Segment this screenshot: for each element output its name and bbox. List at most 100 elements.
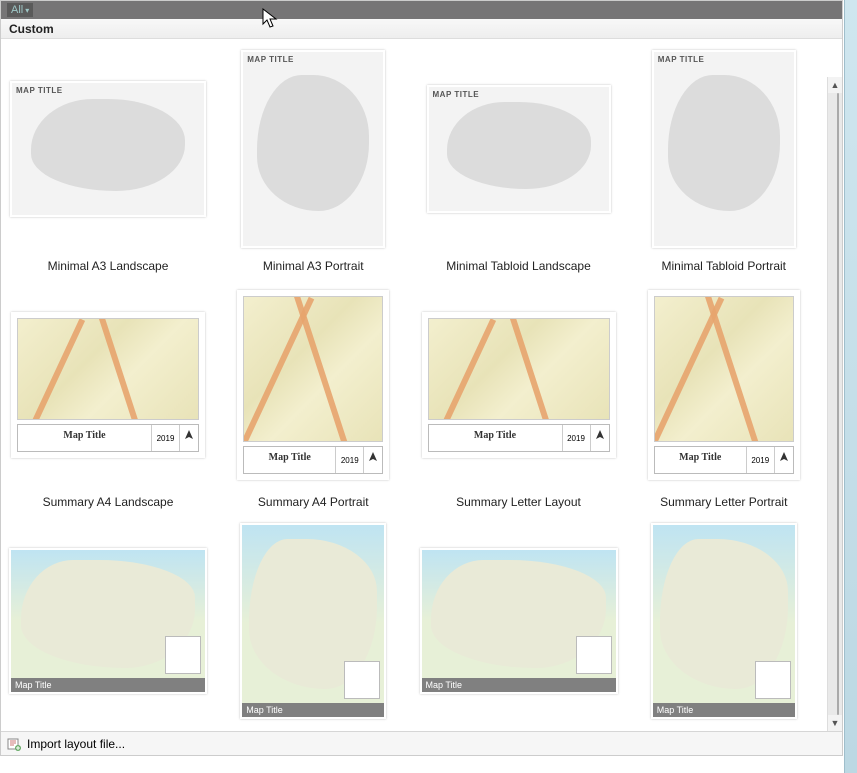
layout-template-item[interactable]: Map Title2019 Summary A4 Portrait [215, 281, 412, 509]
north-arrow-icon [364, 447, 382, 473]
thumbnail-wrap: Map Title [626, 517, 823, 725]
summary-year: 2019 [747, 447, 775, 473]
layout-template-item[interactable]: MAP TITLE Minimal Tabloid Landscape [420, 45, 618, 273]
map-landmass [257, 75, 369, 211]
footer-bar: Import layout file... [1, 731, 842, 755]
map-legend [165, 636, 201, 674]
north-arrow-icon [591, 425, 609, 451]
gallery-grid: MAP TITLE Minimal A3 Landscape MAP TITLE Mi… [9, 45, 822, 731]
title-bar: Map Title [242, 703, 384, 717]
layout-template-item[interactable]: Map Title2019 Summary Letter Layout [420, 281, 618, 509]
section-title: Custom [9, 22, 54, 36]
thumbnail-wrap: MAP TITLE [9, 45, 207, 253]
layout-template-label: Minimal Tabloid Landscape [446, 259, 591, 273]
map-landmass [31, 99, 185, 191]
chevron-down-icon: ▾ [25, 6, 29, 15]
layout-template-label: Summary Letter Portrait [660, 495, 787, 509]
layout-template-item[interactable]: Map Title2019 Summary A4 Landscape [9, 281, 207, 509]
thumbnail-preview: Map Title [651, 523, 797, 719]
section-header: Custom [1, 19, 842, 39]
thumbnail-title-tag: MAP TITLE [658, 55, 705, 64]
scroll-up-arrow-icon[interactable]: ▲ [828, 77, 842, 93]
thumbnail-wrap: Map Title2019 [626, 281, 823, 489]
thumbnail-preview: Map Title [240, 523, 386, 719]
filter-dropdown-label: All [11, 4, 23, 16]
thumbnail-preview: MAP TITLE [427, 85, 611, 213]
thumbnail-title-tag: MAP TITLE [247, 55, 294, 64]
thumbnail-preview: Map Title [9, 548, 207, 694]
title-bar: Map Title [653, 703, 795, 717]
layout-template-label: Summary Letter Layout [456, 495, 581, 509]
map-area [654, 296, 794, 442]
thumbnail-preview: MAP TITLE [10, 81, 206, 217]
summary-info-block: Map Title2019 [654, 446, 794, 474]
import-layout-icon[interactable] [7, 737, 21, 751]
layout-gallery-panel: All ▾ Custom MAP TITLE Minimal A3 Landsca… [0, 0, 843, 756]
vertical-scrollbar[interactable]: ▲ ▼ [827, 77, 842, 731]
north-arrow-icon [180, 425, 198, 451]
title-bar: Map Title [422, 678, 616, 692]
summary-info-block: Map Title2019 [428, 424, 610, 452]
layout-template-item[interactable]: MAP TITLE Minimal A3 Portrait [215, 45, 412, 273]
summary-info-block: Map Title2019 [243, 446, 383, 474]
thumbnail-wrap: Map Title2019 [215, 281, 412, 489]
summary-title: Map Title [429, 425, 563, 451]
summary-title: Map Title [244, 447, 336, 473]
summary-title: Map Title [655, 447, 747, 473]
thumbnail-preview: Map Title [420, 548, 618, 694]
layout-template-label: Minimal A3 Portrait [263, 259, 364, 273]
thumbnail-wrap: MAP TITLE [420, 45, 618, 253]
layout-template-item[interactable]: MAP TITLE Minimal Tabloid Portrait [626, 45, 823, 273]
thumbnail-wrap: Map Title2019 [420, 281, 618, 489]
thumbnail-wrap: Map Title2019 [9, 281, 207, 489]
map-area [11, 550, 205, 678]
summary-year: 2019 [152, 425, 180, 451]
layout-template-label: Summary A4 Landscape [43, 495, 174, 509]
gallery-scroll-area[interactable]: MAP TITLE Minimal A3 Landscape MAP TITLE Mi… [1, 39, 842, 731]
layout-template-item[interactable]: Map TitleTitle Bar Letter Portrait [626, 517, 823, 731]
summary-title: Map Title [18, 425, 152, 451]
thumbnail-wrap: MAP TITLE [626, 45, 823, 253]
map-legend [576, 636, 612, 674]
layout-template-item[interactable]: Map Title2019 Summary Letter Portrait [626, 281, 823, 509]
map-legend [755, 661, 791, 699]
map-legend [344, 661, 380, 699]
scroll-thumb[interactable] [837, 93, 839, 715]
thumbnail-preview: Map Title2019 [237, 290, 389, 480]
map-area [653, 525, 795, 703]
title-bar: Map Title [11, 678, 205, 692]
thumbnail-wrap: Map Title [215, 517, 412, 725]
layout-template-item[interactable]: MAP TITLE Minimal A3 Landscape [9, 45, 207, 273]
thumbnail-wrap: Map Title [9, 517, 207, 725]
thumbnail-preview: MAP TITLE [652, 50, 796, 248]
layout-template-item[interactable]: Map TitleTitle Bar A4 Portrait [215, 517, 412, 731]
thumbnail-wrap: MAP TITLE [215, 45, 412, 253]
thumbnail-preview: Map Title2019 [11, 312, 205, 458]
layout-template-label: Minimal A3 Landscape [48, 259, 169, 273]
layout-template-item[interactable]: Map TitleTitle Bar Letter Landscape [420, 517, 618, 731]
summary-year: 2019 [563, 425, 591, 451]
import-layout-link[interactable]: Import layout file... [27, 737, 125, 751]
filter-dropdown[interactable]: All ▾ [7, 3, 33, 17]
map-area [242, 525, 384, 703]
thumbnail-preview: Map Title2019 [422, 312, 616, 458]
filter-bar: All ▾ [1, 1, 842, 19]
layout-template-item[interactable]: Map TitleTitle Bar A4 Landscape [9, 517, 207, 731]
north-arrow-icon [775, 447, 793, 473]
map-landmass [447, 102, 591, 189]
map-area [422, 550, 616, 678]
window-edge-strip [844, 0, 857, 773]
layout-template-label: Summary A4 Portrait [258, 495, 369, 509]
map-area [243, 296, 383, 442]
thumbnail-wrap: Map Title [420, 517, 618, 725]
map-area [17, 318, 199, 420]
thumbnail-title-tag: MAP TITLE [433, 90, 480, 99]
thumbnail-preview: Map Title2019 [648, 290, 800, 480]
map-landmass [668, 75, 780, 211]
layout-template-label: Minimal Tabloid Portrait [662, 259, 787, 273]
scroll-down-arrow-icon[interactable]: ▼ [828, 715, 842, 731]
summary-year: 2019 [336, 447, 364, 473]
thumbnail-preview: MAP TITLE [241, 50, 385, 248]
map-area [428, 318, 610, 420]
summary-info-block: Map Title2019 [17, 424, 199, 452]
